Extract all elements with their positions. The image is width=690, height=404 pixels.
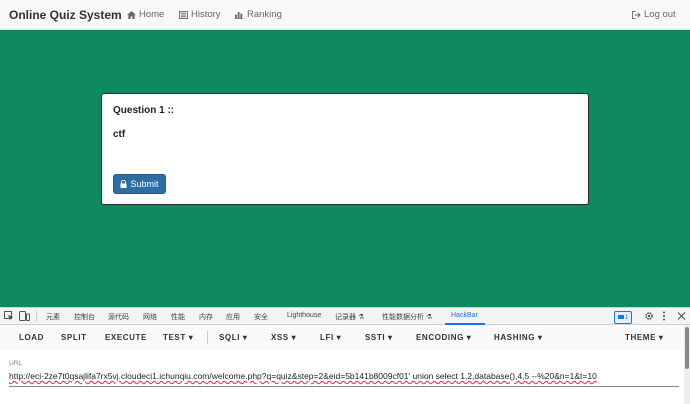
tab-application[interactable]: 应用 — [226, 312, 240, 322]
caret-down-icon: ▾ — [466, 333, 472, 342]
issues-badge[interactable]: 1 — [614, 311, 633, 324]
devtools-tabbar: 元素 控制台 源代码 网络 性能 内存 应用 安全 Lighthouse 记录器… — [0, 307, 690, 325]
tab-performance-insights[interactable]: 性能数据分析 ⚗ — [382, 312, 432, 322]
home-icon — [127, 10, 136, 19]
xss-dropdown[interactable]: XSS ▾ — [271, 333, 296, 342]
question-card: Question 1 :: ctf Submit — [101, 93, 589, 205]
ssti-label: SSTI — [365, 333, 386, 342]
url-input-underline — [9, 386, 679, 387]
test-dropdown[interactable]: TEST ▾ — [163, 333, 193, 342]
hashing-label: HASHING — [494, 333, 536, 342]
nav-ranking[interactable]: Ranking — [235, 9, 282, 20]
load-button[interactable]: LOAD — [19, 333, 44, 342]
xss-label: XSS — [271, 333, 289, 342]
brand-title[interactable]: Online Quiz System — [9, 8, 122, 22]
tab-recorder-label: 记录器 — [335, 314, 356, 321]
submit-label: Submit — [130, 179, 159, 189]
caret-down-icon: ▾ — [388, 333, 393, 342]
flask-icon: ⚗ — [425, 314, 433, 321]
theme-dropdown[interactable]: THEME ▾ — [625, 333, 663, 342]
test-label: TEST — [163, 333, 186, 342]
tab-performance[interactable]: 性能 — [171, 312, 185, 322]
more-options-icon[interactable] — [662, 311, 666, 321]
encoding-label: ENCODING — [416, 333, 464, 342]
nav-logout[interactable]: Log out — [632, 9, 676, 20]
flask-icon: ⚗ — [357, 314, 365, 321]
nav-home[interactable]: Home — [127, 9, 164, 20]
inspect-icon[interactable] — [4, 311, 14, 321]
tab-performance-insights-label: 性能数据分析 — [382, 314, 424, 321]
tab-console[interactable]: 控制台 — [74, 312, 95, 322]
question-text: ctf — [113, 129, 126, 140]
encoding-dropdown[interactable]: ENCODING ▾ — [416, 333, 471, 342]
nav-history[interactable]: History — [179, 9, 221, 20]
hackbar-url-panel: URL http://eci-2ze7t0qsajlifa7rx5vj.clou… — [0, 350, 690, 404]
nav-ranking-label: Ranking — [247, 9, 282, 20]
ssti-dropdown[interactable]: SSTI ▾ — [365, 333, 393, 342]
logout-icon — [632, 10, 641, 19]
main-content: Question 1 :: ctf Submit — [0, 30, 690, 307]
close-icon[interactable] — [677, 311, 686, 321]
tab-elements[interactable]: 元素 — [46, 312, 60, 322]
lfi-label: LFI — [320, 333, 334, 342]
bar-chart-icon — [235, 11, 244, 19]
device-toggle-icon[interactable] — [19, 311, 30, 321]
toolbar-divider — [207, 331, 208, 344]
theme-label: THEME — [625, 333, 656, 342]
hackbar-toolbar: LOAD SPLIT EXECUTE TEST ▾ SQLI ▾ XSS ▾ L… — [0, 325, 690, 350]
sqli-dropdown[interactable]: SQLI ▾ — [219, 333, 248, 342]
scrollbar-thumb[interactable] — [685, 327, 689, 369]
issues-count: 1 — [625, 314, 629, 321]
nav-logout-label: Log out — [644, 9, 676, 20]
tab-network[interactable]: 网络 — [143, 312, 157, 322]
hashing-dropdown[interactable]: HASHING ▾ — [494, 333, 543, 342]
nav-history-label: History — [191, 9, 221, 20]
tab-recorder[interactable]: 记录器 ⚗ — [335, 312, 364, 322]
caret-down-icon: ▾ — [242, 333, 248, 342]
message-icon — [618, 315, 624, 319]
question-title: Question 1 :: — [113, 105, 175, 116]
lfi-dropdown[interactable]: LFI ▾ — [320, 333, 341, 342]
tab-hackbar[interactable]: HackBar — [451, 312, 478, 319]
top-navbar: Online Quiz System Home History Ranking … — [0, 0, 690, 30]
submit-button[interactable]: Submit — [113, 174, 166, 194]
tab-security[interactable]: 安全 — [254, 312, 268, 322]
nav-home-label: Home — [139, 9, 165, 20]
caret-down-icon: ▾ — [291, 333, 297, 342]
lock-icon — [120, 180, 127, 188]
tab-memory[interactable]: 内存 — [199, 312, 213, 322]
devtools-divider — [36, 311, 37, 322]
url-label: URL — [9, 360, 23, 367]
gear-icon[interactable] — [644, 311, 654, 321]
caret-down-icon: ▾ — [658, 333, 664, 342]
list-icon — [179, 10, 188, 19]
url-input[interactable]: http://eci-2ze7t0qsajlifa7rx5vj.cloudeci… — [9, 371, 597, 381]
tab-lighthouse[interactable]: Lighthouse — [287, 312, 321, 319]
tab-sources[interactable]: 源代码 — [108, 312, 129, 322]
caret-down-icon: ▾ — [537, 333, 543, 342]
split-button[interactable]: SPLIT — [61, 333, 87, 342]
execute-button[interactable]: EXECUTE — [105, 333, 147, 342]
caret-down-icon: ▾ — [336, 333, 342, 342]
caret-down-icon: ▾ — [188, 333, 194, 342]
sqli-label: SQLI — [219, 333, 241, 342]
